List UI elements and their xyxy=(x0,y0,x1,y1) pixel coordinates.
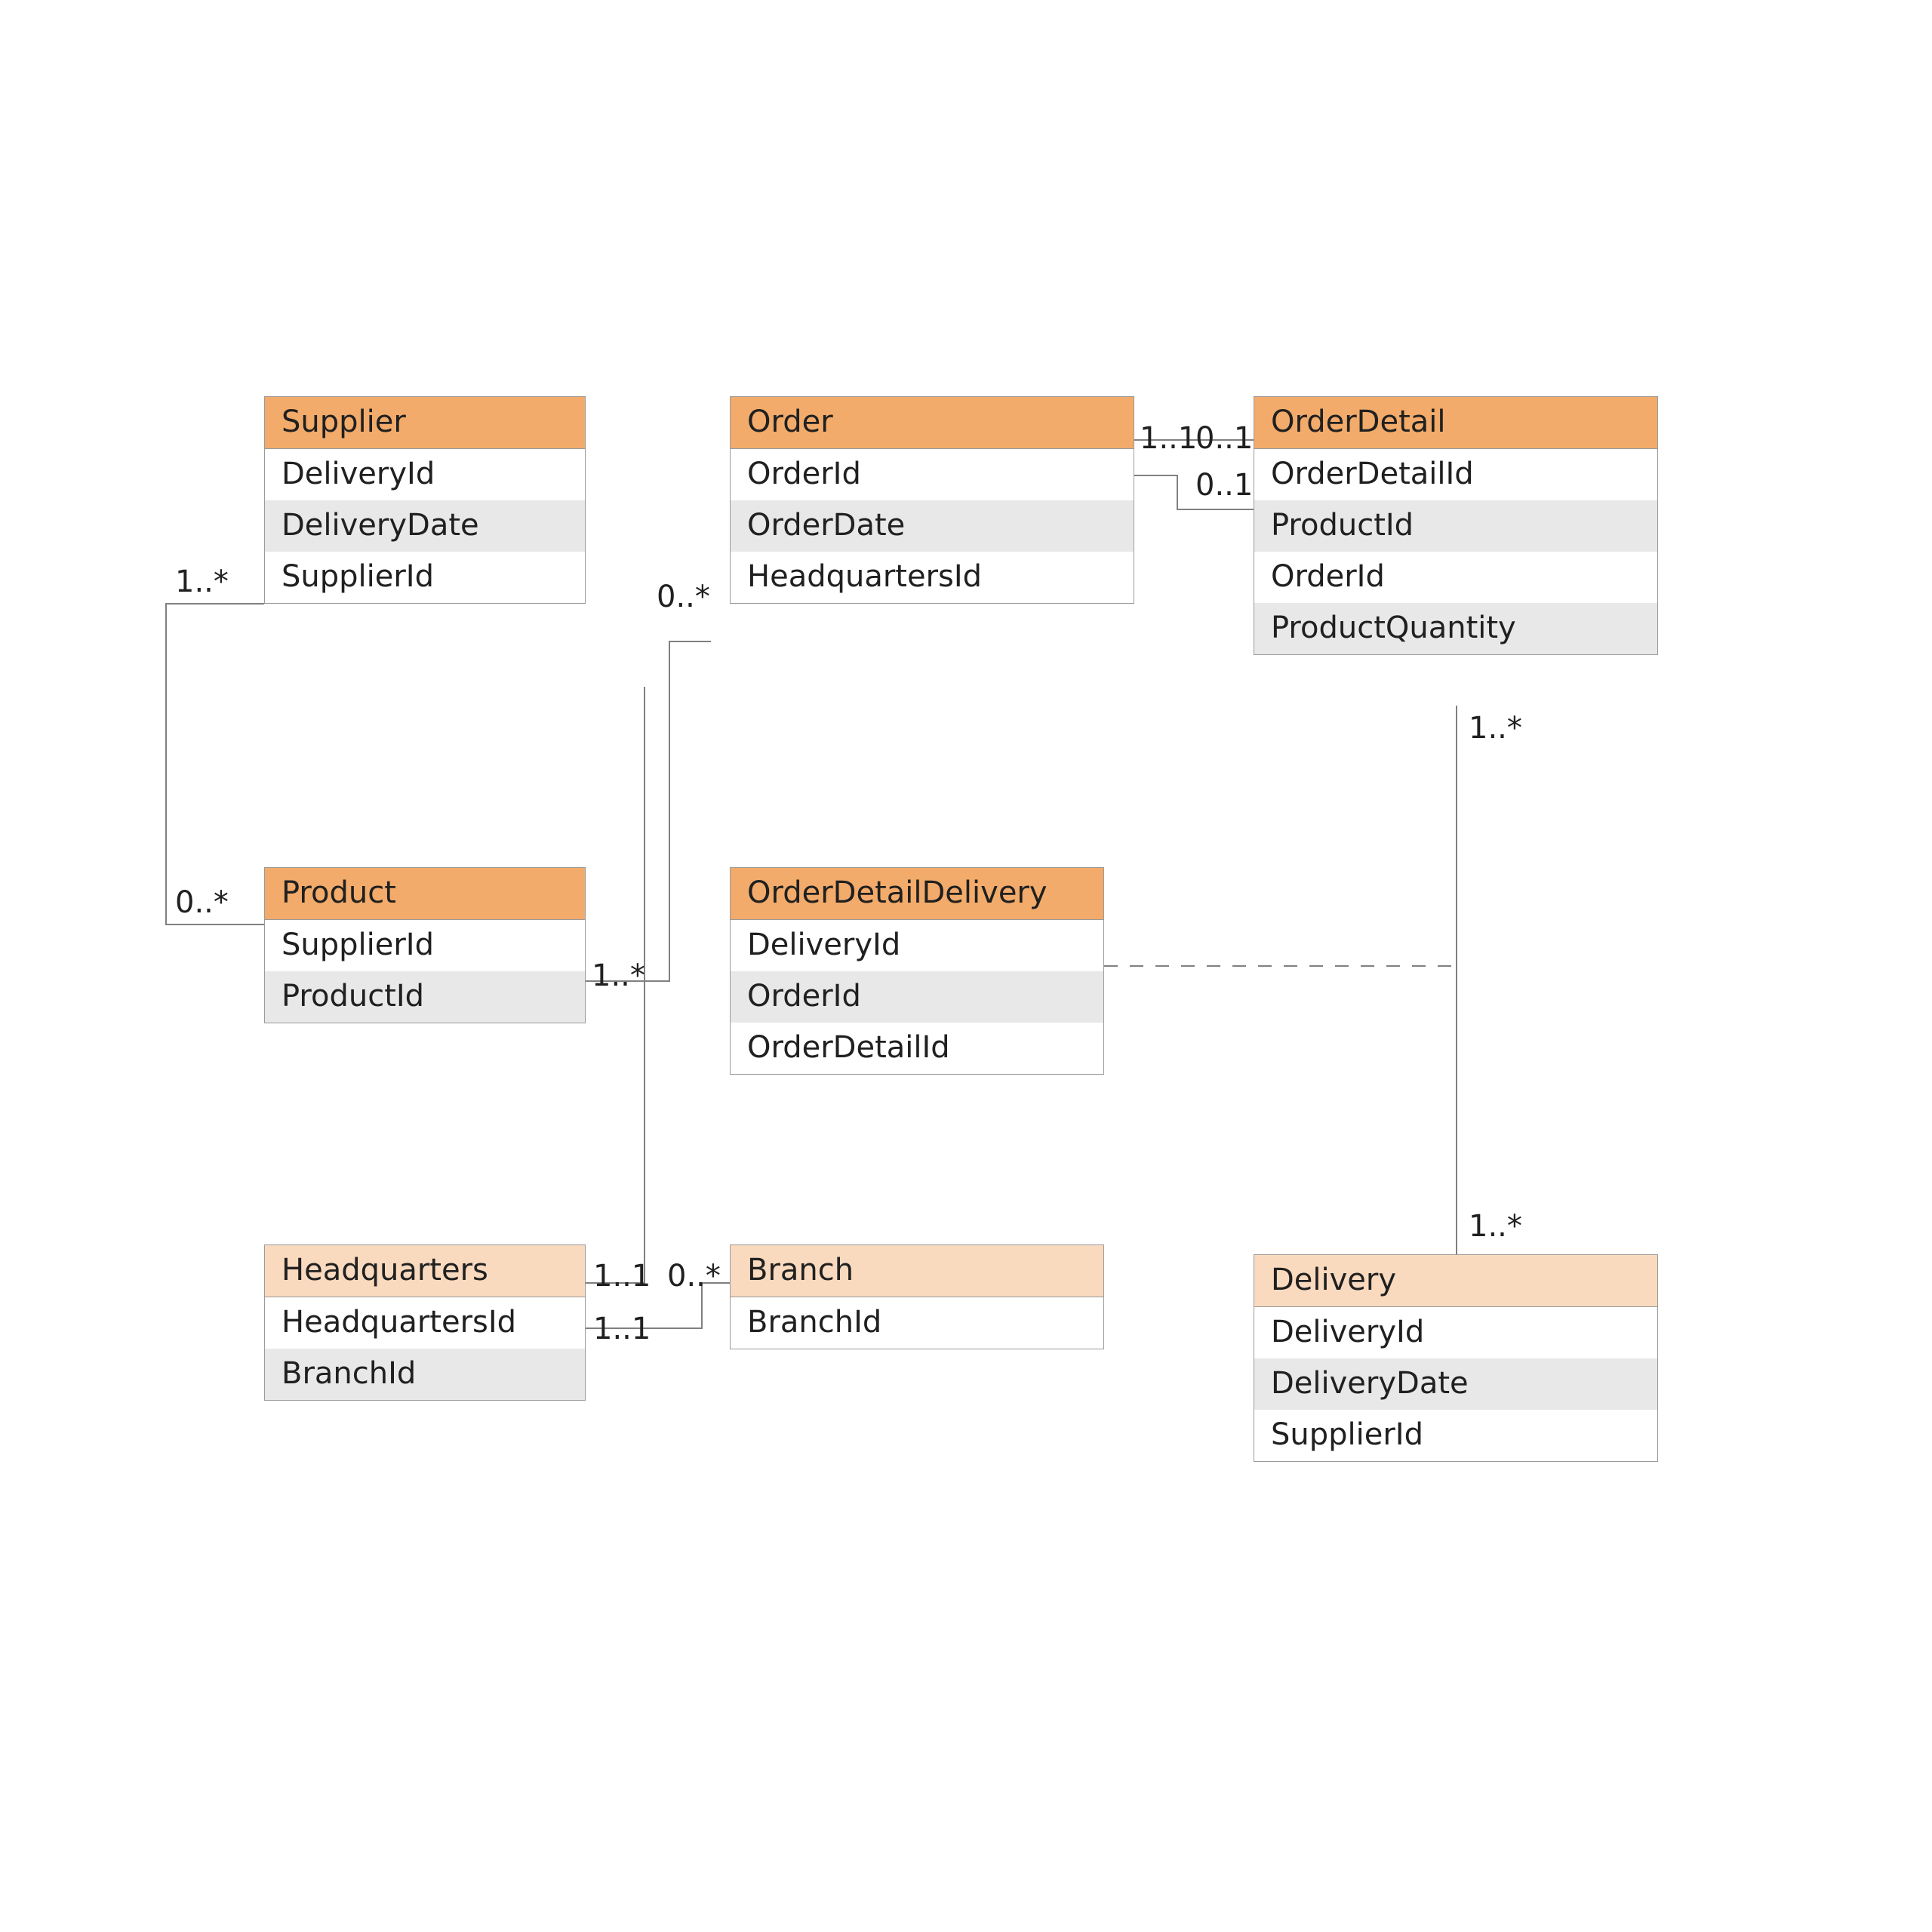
entity-row: ProductId xyxy=(1254,500,1657,552)
mult-branch-0s-left: 0..* xyxy=(667,1259,721,1294)
entity-row: SupplierId xyxy=(1254,1410,1657,1461)
entity-order: Order OrderId OrderDate HeadquartersId xyxy=(730,396,1134,604)
mult-supplier-1s: 1..* xyxy=(175,565,229,599)
mult-order-0s-left: 0..* xyxy=(657,580,710,614)
mult-orderdetail-1s-bot: 1..* xyxy=(1469,711,1522,746)
entity-orderdetaildelivery: OrderDetailDelivery DeliveryId OrderId O… xyxy=(730,867,1104,1075)
entity-row: SupplierId xyxy=(265,920,585,971)
entity-row: DeliveryDate xyxy=(1254,1358,1657,1410)
mult-orderdetail-01-low: 0..1 xyxy=(1195,468,1253,503)
entity-delivery: Delivery DeliveryId DeliveryDate Supplie… xyxy=(1254,1254,1658,1462)
entity-title: Branch xyxy=(731,1245,1103,1297)
entity-row: OrderId xyxy=(731,971,1103,1023)
entity-supplier: Supplier DeliveryId DeliveryDate Supplie… xyxy=(264,396,586,604)
entity-row: OrderId xyxy=(1254,552,1657,603)
entity-row: DeliveryId xyxy=(731,920,1103,971)
entity-row: DeliveryId xyxy=(1254,1307,1657,1358)
entity-title: Order xyxy=(731,397,1134,449)
entity-row: BranchId xyxy=(265,1349,585,1400)
entity-title: Supplier xyxy=(265,397,585,449)
mult-order-11-right: 1..1 xyxy=(1140,421,1197,456)
entity-row: DeliveryId xyxy=(265,449,585,500)
entity-row: DeliveryDate xyxy=(265,500,585,552)
mult-product-1s-right: 1..* xyxy=(592,958,645,993)
entity-title: Product xyxy=(265,868,585,920)
entity-row: OrderId xyxy=(731,449,1134,500)
entity-row: ProductId xyxy=(265,971,585,1023)
mult-product-0s: 0..* xyxy=(175,885,229,920)
entity-row: HeadquartersId xyxy=(731,552,1134,603)
entity-row: OrderDate xyxy=(731,500,1134,552)
entity-title: Headquarters xyxy=(265,1245,585,1297)
diagram-canvas: Supplier DeliveryId DeliveryDate Supplie… xyxy=(0,0,1932,1932)
entity-title: OrderDetail xyxy=(1254,397,1657,449)
mult-headquarters-11-a: 1..1 xyxy=(593,1259,651,1294)
entity-row: SupplierId xyxy=(265,552,585,603)
entity-row: OrderDetailId xyxy=(731,1023,1103,1074)
entity-row: HeadquartersId xyxy=(265,1297,585,1349)
entity-headquarters: Headquarters HeadquartersId BranchId xyxy=(264,1244,586,1401)
entity-orderdetail: OrderDetail OrderDetailId ProductId Orde… xyxy=(1254,396,1658,655)
entity-row: BranchId xyxy=(731,1297,1103,1349)
entity-product: Product SupplierId ProductId xyxy=(264,867,586,1023)
entity-row: OrderDetailId xyxy=(1254,449,1657,500)
entity-title: Delivery xyxy=(1254,1255,1657,1307)
mult-headquarters-11-b: 1..1 xyxy=(593,1312,651,1346)
entity-title: OrderDetailDelivery xyxy=(731,868,1103,920)
mult-orderdetail-01-top: 0..1 xyxy=(1195,421,1253,456)
entity-branch: Branch BranchId xyxy=(730,1244,1104,1349)
entity-row: ProductQuantity xyxy=(1254,603,1657,654)
mult-delivery-1s-top: 1..* xyxy=(1469,1209,1522,1244)
